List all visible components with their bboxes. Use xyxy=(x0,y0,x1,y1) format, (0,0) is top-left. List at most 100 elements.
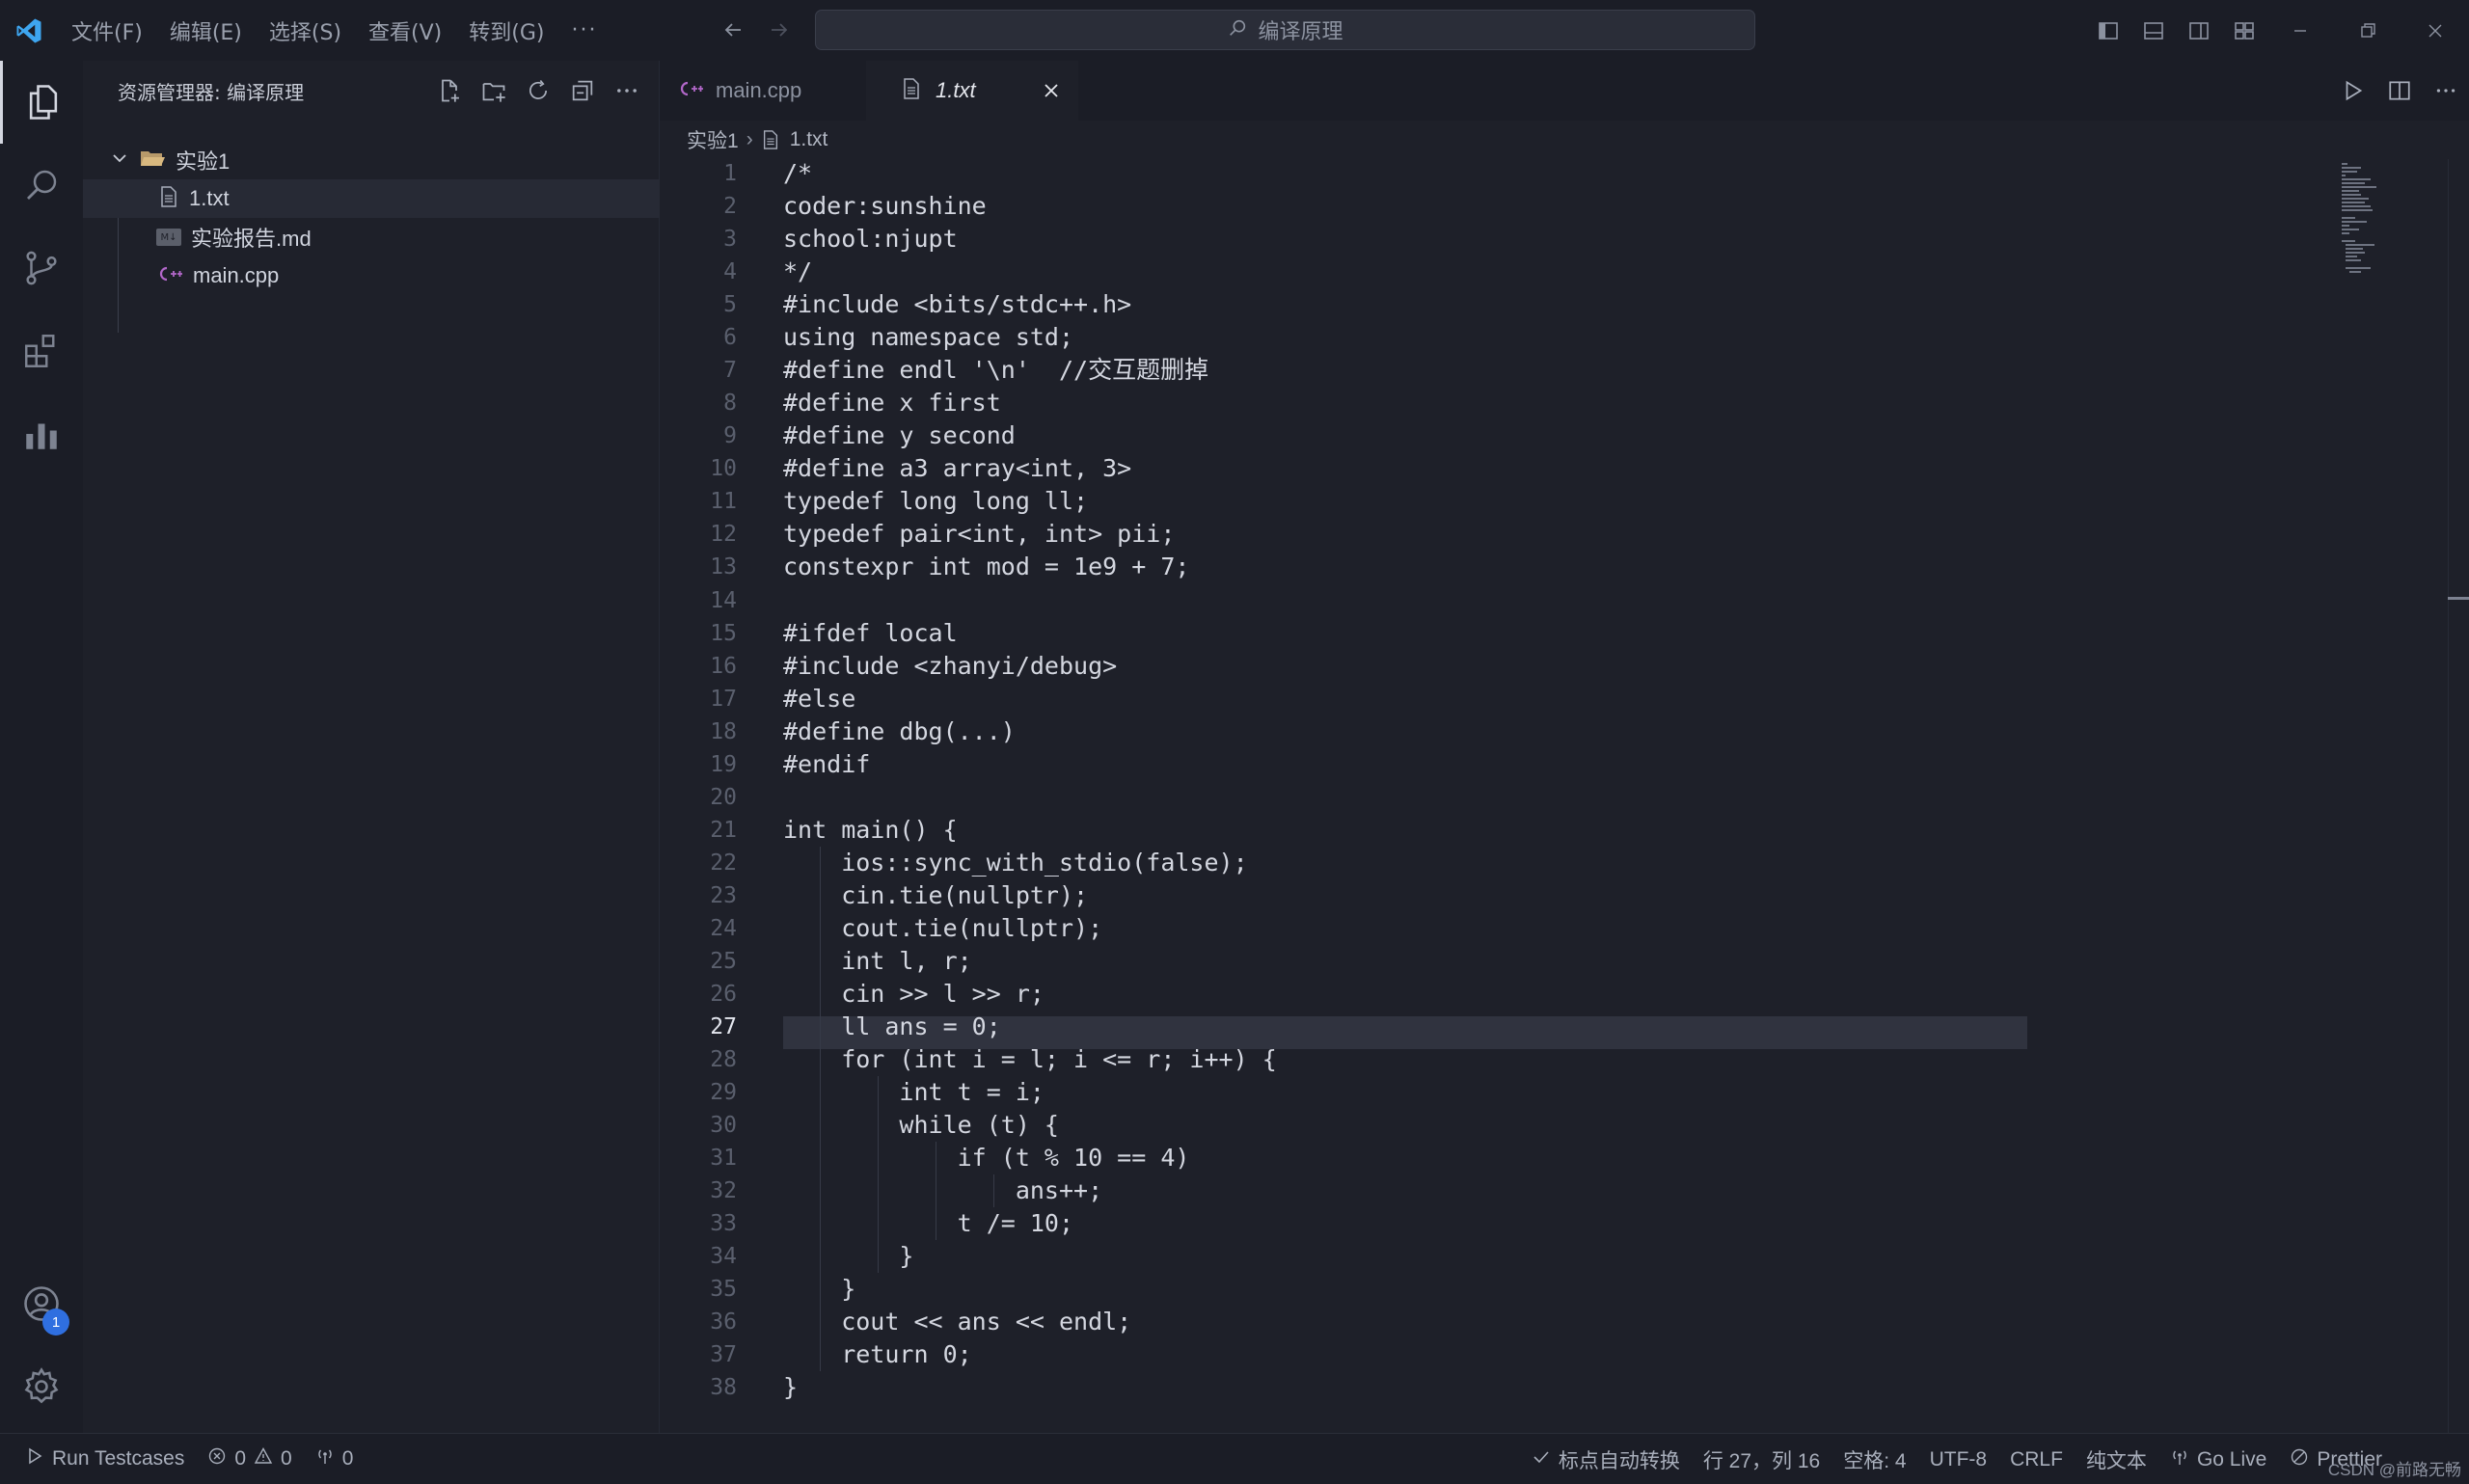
menu-selection[interactable]: 选择(S) xyxy=(256,15,355,46)
minimize-icon[interactable] xyxy=(2266,0,2334,61)
line-number: 17 xyxy=(710,686,737,712)
charts-icon[interactable] xyxy=(0,392,83,475)
close-window-icon[interactable] xyxy=(2401,0,2469,61)
status-right: 标点自动转换 行 27，列 16 空格: 4 UTF-8 CRLF 纯文本 Go… xyxy=(1520,1434,2469,1484)
code-text: for (int i = l; i <= r; i++) { xyxy=(783,1045,1277,1074)
new-folder-icon[interactable] xyxy=(475,72,512,109)
go-live-button[interactable]: Go Live xyxy=(2158,1447,2278,1472)
line-number: 28 xyxy=(710,1047,737,1073)
indentation-button[interactable]: 空格: 4 xyxy=(1831,1445,1917,1474)
line-number: 14 xyxy=(710,587,737,613)
problems-button[interactable]: 0 0 xyxy=(196,1446,303,1471)
vertical-scrollbar[interactable] xyxy=(2448,159,2469,1433)
folder-row[interactable]: 实验1 xyxy=(83,141,660,179)
warning-icon xyxy=(254,1446,273,1471)
tab-label: main.cpp xyxy=(716,78,802,102)
code-text: cin >> l >> r; xyxy=(783,980,1045,1008)
line-number: 5 xyxy=(723,292,737,318)
text-file-icon xyxy=(901,77,922,104)
tab-1txt[interactable]: 1.txt xyxy=(866,61,1078,121)
code-text: cout << ans << endl; xyxy=(783,1308,1132,1336)
encoding-button[interactable]: UTF-8 xyxy=(1918,1448,1999,1471)
new-file-icon[interactable] xyxy=(431,72,468,109)
back-arrow-icon[interactable] xyxy=(719,15,747,44)
code-line: 26 cin >> l >> r; xyxy=(660,978,2469,1011)
ports-button[interactable]: 0 xyxy=(304,1446,366,1471)
text-file-icon xyxy=(158,185,179,212)
code-text: int t = i; xyxy=(783,1078,1045,1107)
line-number: 8 xyxy=(723,391,737,417)
menu-edit[interactable]: 编辑(E) xyxy=(156,15,256,46)
language-mode-button[interactable]: 纯文本 xyxy=(2075,1445,2158,1474)
breadcrumb-file[interactable]: 1.txt xyxy=(790,128,828,151)
code-text: #define endl '\n' //交互题删掉 xyxy=(783,356,1209,385)
code-line: 36 cout << ans << endl; xyxy=(660,1306,2469,1338)
punctuation-convert-button[interactable]: 标点自动转换 xyxy=(1520,1445,1692,1474)
menu-go[interactable]: 转到(G) xyxy=(455,15,557,46)
editor-tab-bar: main.cpp 1.txt xyxy=(660,61,2469,121)
source-control-icon[interactable] xyxy=(0,227,83,310)
file-row-1txt[interactable]: 1.txt xyxy=(83,179,660,218)
cursor-position-button[interactable]: 行 27，列 16 xyxy=(1692,1445,1831,1474)
split-editor-icon[interactable] xyxy=(2376,67,2423,114)
restore-icon[interactable] xyxy=(2334,0,2401,61)
file-row-report-md[interactable]: M↓ 实验报告.md xyxy=(83,218,660,256)
eol-button[interactable]: CRLF xyxy=(1998,1448,2075,1471)
warning-count: 0 xyxy=(281,1447,292,1470)
code-text: #endif xyxy=(783,749,871,778)
code-line: 6 using namespace std; xyxy=(660,321,2469,354)
line-number: 32 xyxy=(710,1178,737,1204)
line-number: 27 xyxy=(710,1014,737,1040)
error-count: 0 xyxy=(234,1447,247,1470)
code-line: 31 if (t % 10 == 4) xyxy=(660,1142,2469,1174)
line-number: 38 xyxy=(710,1375,737,1401)
menu-view[interactable]: 查看(V) xyxy=(355,15,455,46)
breadcrumb: 实验1 › 1.txt xyxy=(660,121,2469,159)
code-editor[interactable]: 1 /* 2 coder:sunshine 3 school:njupt 4 */ 5 #incl… xyxy=(660,159,2469,1433)
explorer-title: 资源管理器: 编译原理 xyxy=(118,80,305,104)
toggle-panel-icon[interactable] xyxy=(2130,0,2176,61)
customize-layout-icon[interactable] xyxy=(2221,0,2266,61)
go-live-label: Go Live xyxy=(2196,1447,2267,1471)
tab-main-cpp[interactable]: main.cpp xyxy=(660,61,866,121)
collapse-all-icon[interactable] xyxy=(564,72,601,109)
code-line: 1 /* xyxy=(660,159,2469,190)
run-testcases-button[interactable]: Run Testcases xyxy=(0,1446,196,1471)
chevron-down-icon xyxy=(110,148,129,172)
code-line: 24 cout.tie(nullptr); xyxy=(660,912,2469,945)
code-line: 5 #include <bits/stdc++.h> xyxy=(660,288,2469,321)
line-number: 4 xyxy=(723,259,737,285)
code-text: return 0; xyxy=(783,1340,972,1369)
forward-arrow-icon[interactable] xyxy=(765,15,794,44)
run-play-icon[interactable] xyxy=(2330,67,2376,114)
code-text: school:njupt xyxy=(783,225,958,254)
code-text: #include <bits/stdc++.h> xyxy=(783,290,1132,319)
toggle-secondary-sidebar-icon[interactable] xyxy=(2176,0,2221,61)
line-number: 30 xyxy=(710,1113,737,1139)
account-icon[interactable]: 1 xyxy=(0,1262,83,1345)
text-file-icon xyxy=(761,129,780,150)
file-label: 1.txt xyxy=(189,186,230,210)
explorer-icon[interactable] xyxy=(0,61,83,144)
code-line: 21 int main() { xyxy=(660,814,2469,847)
search-icon[interactable] xyxy=(0,144,83,227)
file-row-main-cpp[interactable]: main.cpp xyxy=(83,256,660,295)
settings-gear-icon[interactable] xyxy=(0,1345,83,1428)
more-actions-icon[interactable] xyxy=(2423,67,2469,114)
code-line: 32 ans++; xyxy=(660,1174,2469,1207)
minimap[interactable] xyxy=(2340,159,2417,275)
more-actions-icon[interactable] xyxy=(609,72,645,109)
command-center-search[interactable]: 编译原理 xyxy=(815,10,1755,50)
code-text: #ifdef local xyxy=(783,618,958,647)
refresh-icon[interactable] xyxy=(520,72,556,109)
extensions-icon[interactable] xyxy=(0,310,83,392)
menu-file[interactable]: 文件(F) xyxy=(58,15,156,46)
toggle-primary-sidebar-icon[interactable] xyxy=(2085,0,2130,61)
code-text: #define x first xyxy=(783,389,1001,418)
code-text: ll ans = 0; xyxy=(783,1012,1001,1041)
breadcrumb-folder[interactable]: 实验1 xyxy=(687,125,739,154)
close-icon[interactable] xyxy=(1038,77,1065,104)
cpp-file-icon xyxy=(677,78,704,103)
code-line: 16 #include <zhanyi/debug> xyxy=(660,650,2469,683)
menu-more-button[interactable]: ··· xyxy=(557,18,610,42)
